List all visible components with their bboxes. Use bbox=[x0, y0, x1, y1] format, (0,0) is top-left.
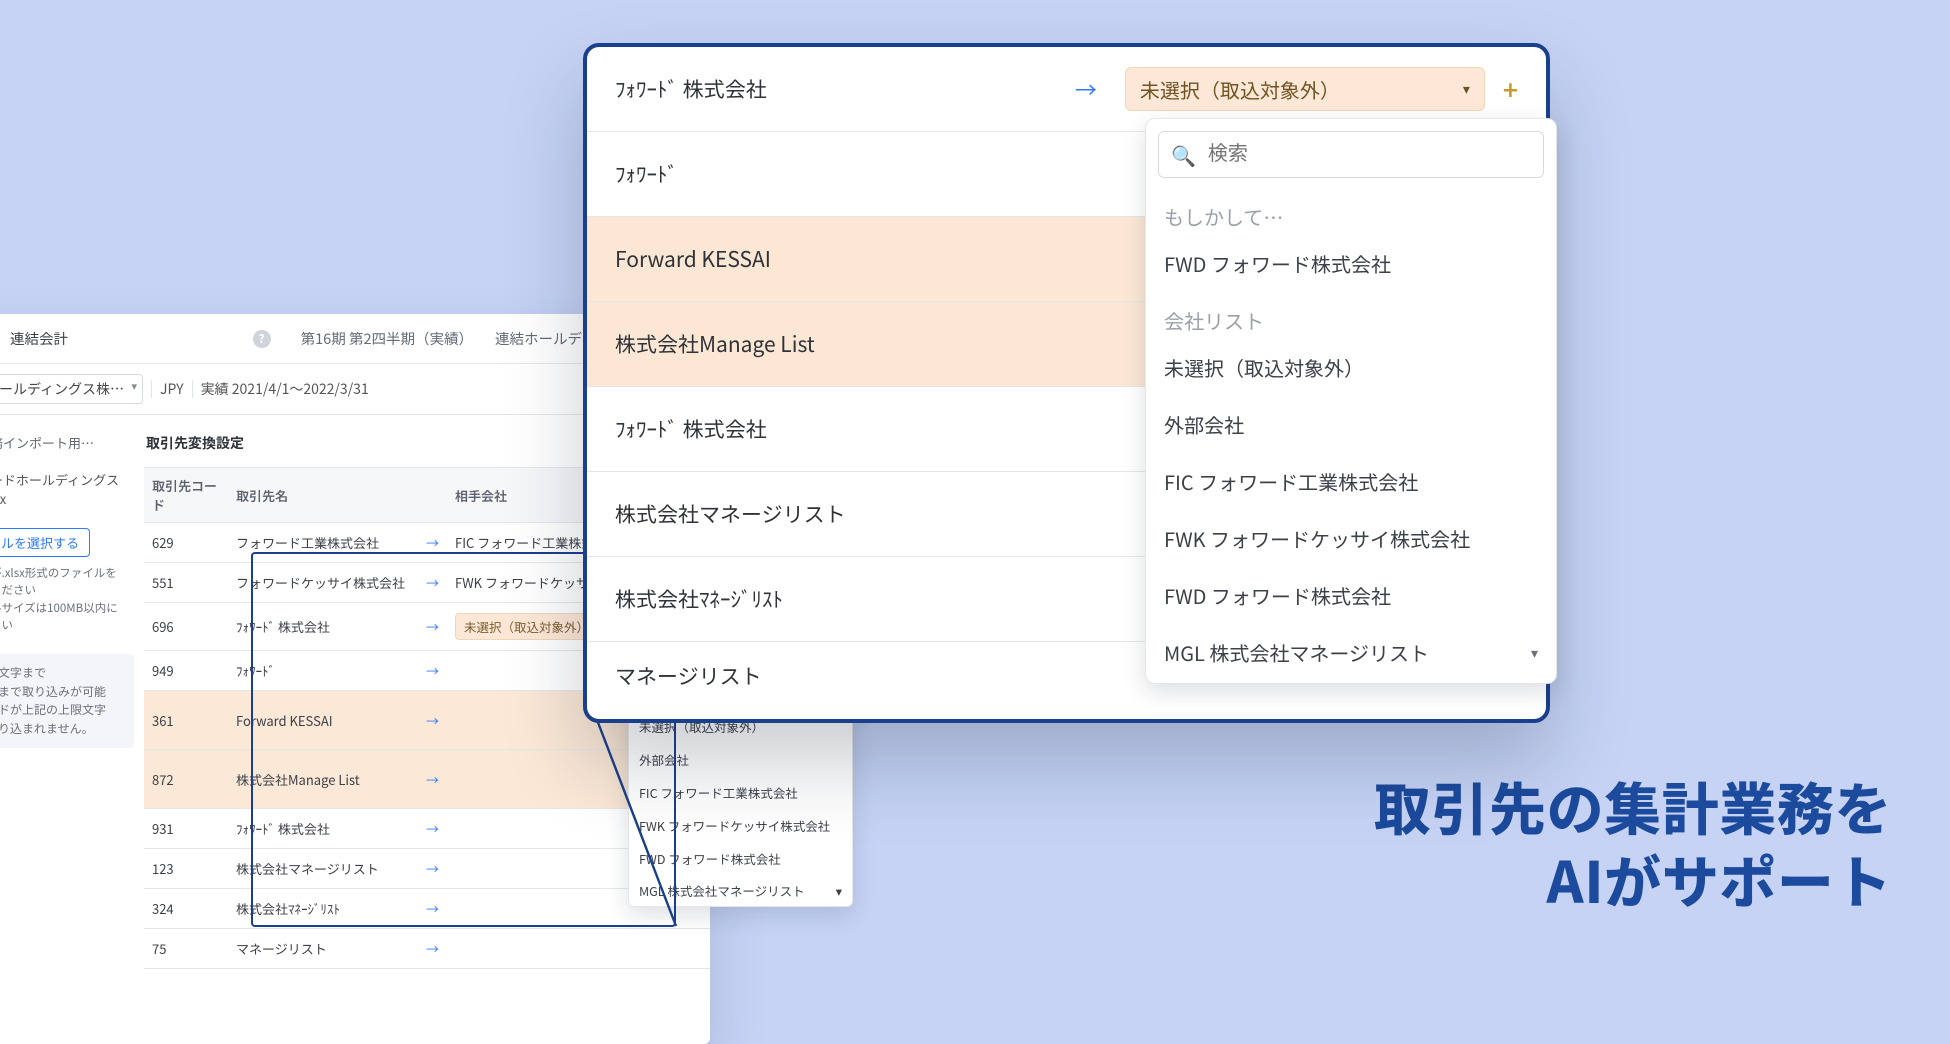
table-row[interactable]: 931ﾌｫﾜｰﾄﾞ 株式会社→ bbox=[144, 809, 710, 849]
dd-option[interactable]: FIC フォワード工業株式会社 bbox=[1146, 453, 1556, 510]
table-row[interactable]: 324株式会社ﾏﾈｰｼﾞﾘｽﾄ→ bbox=[144, 889, 710, 929]
cell-code: 949 bbox=[144, 651, 228, 691]
cell-name: Forward KESSAI bbox=[228, 691, 418, 750]
dd-option[interactable]: FIC フォワード工業株式会社 bbox=[629, 776, 852, 809]
period: 実績 2021/4/1〜2022/3/31 bbox=[201, 379, 369, 399]
dd-option[interactable]: 外部会社 bbox=[629, 743, 852, 776]
big-dropdown[interactable]: 🔍 もしかして… FWD フォワード株式会社 会社リスト 未選択（取込対象外）外… bbox=[1145, 118, 1557, 684]
currency: JPY bbox=[160, 379, 184, 399]
cell-code: 123 bbox=[144, 849, 228, 889]
table-row[interactable]: 123株式会社マネージリスト→ bbox=[144, 849, 710, 889]
dd-footer-option[interactable]: MGL 株式会社マネージリスト▾ bbox=[629, 875, 852, 906]
dd-section-label: 会社リスト bbox=[1146, 292, 1556, 339]
cell-name: 株式会社ﾏﾈｰｼﾞﾘｽﾄ bbox=[228, 889, 418, 929]
cell-name: マネージリスト bbox=[228, 929, 418, 969]
cell-name: フォワード工業株式会社 bbox=[228, 523, 418, 563]
cell-code: 361 bbox=[144, 691, 228, 750]
search-icon: 🔍 bbox=[1171, 140, 1196, 169]
cell-code: 75 bbox=[144, 929, 228, 969]
cell-name: ﾌｫﾜｰﾄﾞ bbox=[228, 651, 418, 691]
arrow-icon: → bbox=[418, 889, 447, 929]
cell-code: 551 bbox=[144, 563, 228, 603]
arrow-icon: → bbox=[418, 750, 447, 809]
cell-code: 696 bbox=[144, 603, 228, 651]
cell-code: 872 bbox=[144, 750, 228, 809]
col-code[interactable]: 取引先コード bbox=[144, 468, 228, 523]
dd-option[interactable]: FWD フォワード株式会社 bbox=[1146, 235, 1556, 292]
arrow-icon: → bbox=[418, 849, 447, 889]
app-title: 連結会計 bbox=[10, 328, 68, 349]
arrow-icon: → bbox=[418, 563, 447, 603]
arrow-icon: → bbox=[418, 523, 447, 563]
arrow-icon: → bbox=[418, 929, 447, 969]
arrow-icon: → bbox=[1075, 73, 1097, 105]
cell-name: ﾌｫﾜｰﾄﾞ 株式会社 bbox=[228, 809, 418, 849]
dd-option[interactable]: FWD フォワード株式会社 bbox=[1146, 567, 1556, 624]
col-arrow bbox=[418, 468, 447, 523]
table-row[interactable]: 872株式会社Manage List→追加 bbox=[144, 750, 710, 809]
company-select[interactable]: ールディングス株… bbox=[0, 374, 143, 404]
partner-select[interactable]: 未選択（取込対象外）▾ bbox=[1125, 67, 1485, 111]
table-row[interactable]: 75マネージリスト→ bbox=[144, 929, 710, 969]
dd-option[interactable]: FWK フォワードケッサイ株式会社 bbox=[629, 809, 852, 842]
cell-name: 株式会社マネージリスト bbox=[228, 849, 418, 889]
marketing-headline: 取引先の集計業務を AIがサポート bbox=[1374, 770, 1892, 916]
hint-box: 文字まで まで取り込みが可能 ドが上記の上限文字 り込まれません。 bbox=[0, 654, 134, 748]
file-name: ードホールディングス lsx bbox=[0, 470, 134, 508]
arrow-icon: → bbox=[418, 809, 447, 849]
partner-name: ﾌｫﾜｰﾄﾞ 株式会社 bbox=[615, 74, 1063, 104]
help-icon[interactable]: ? bbox=[253, 330, 271, 348]
add-icon[interactable]: + bbox=[1503, 71, 1518, 108]
col-name[interactable]: 取引先名 bbox=[228, 468, 418, 523]
left-panel: 務インポート用… ードホールディングス lsx ルを選択する が.xlsx形式の… bbox=[0, 415, 144, 766]
template-select[interactable]: 務インポート用… bbox=[0, 433, 130, 452]
search-input[interactable]: 🔍 bbox=[1158, 131, 1544, 178]
cell-code: 629 bbox=[144, 523, 228, 563]
cell-name: 株式会社Manage List bbox=[228, 750, 418, 809]
search-field[interactable] bbox=[1206, 142, 1531, 167]
arrow-icon: → bbox=[418, 691, 447, 750]
cell-name: フォワードケッサイ株式会社 bbox=[228, 563, 418, 603]
dd-option[interactable]: 外部会社 bbox=[1146, 396, 1556, 453]
cell-name: ﾌｫﾜｰﾄﾞ 株式会社 bbox=[228, 603, 418, 651]
dd-section-label: もしかして… bbox=[1146, 188, 1556, 235]
dd-option[interactable]: 未選択（取込対象外） bbox=[1146, 339, 1556, 396]
arrow-icon: → bbox=[418, 651, 447, 691]
dd-footer-option[interactable]: MGL 株式会社マネージリスト▾ bbox=[1146, 624, 1556, 677]
arrow-icon: → bbox=[418, 603, 447, 651]
dd-option[interactable]: FWK フォワードケッサイ株式会社 bbox=[1146, 510, 1556, 567]
file-select-button[interactable]: ルを選択する bbox=[0, 528, 90, 557]
cell-code: 324 bbox=[144, 889, 228, 929]
cell-code: 931 bbox=[144, 809, 228, 849]
crumb[interactable]: 第16期 第2四半期（実績） bbox=[301, 328, 473, 349]
dd-option[interactable]: FWD フォワード株式会社 bbox=[629, 842, 852, 875]
